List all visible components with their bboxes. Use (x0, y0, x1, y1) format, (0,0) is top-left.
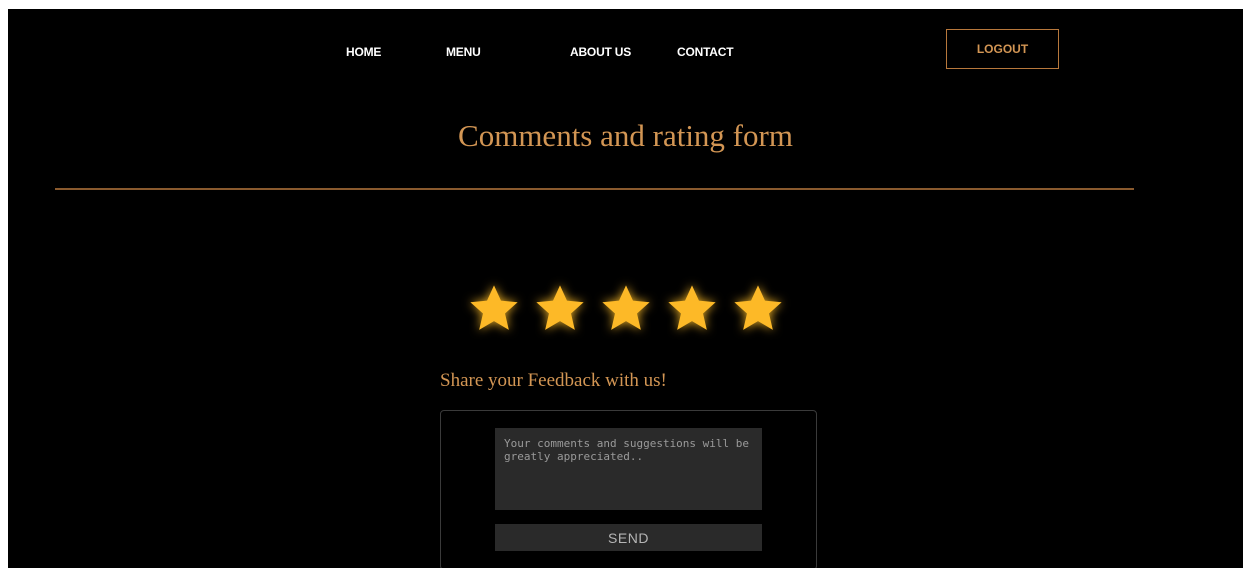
nav-menu-link[interactable]: MENU (446, 45, 481, 59)
nav-contact-link[interactable]: CONTACT (677, 45, 734, 59)
title-divider (55, 188, 1134, 190)
star-icon[interactable] (599, 279, 653, 339)
feedback-heading: Share your Feedback with us! (440, 370, 667, 391)
star-icon[interactable] (731, 279, 785, 339)
nav-home-link[interactable]: HOME (346, 45, 381, 59)
star-icon[interactable] (665, 279, 719, 339)
logout-button[interactable]: LOGOUT (946, 29, 1059, 69)
page-title: Comments and rating form (458, 118, 793, 153)
page-frame: HOME MENU ABOUT US CONTACT LOGOUT Commen… (8, 9, 1243, 568)
send-button[interactable]: SEND (495, 524, 762, 551)
comment-textarea[interactable] (495, 428, 762, 510)
feedback-form: SEND (440, 410, 817, 568)
nav-about-link[interactable]: ABOUT US (570, 45, 631, 59)
star-icon[interactable] (467, 279, 521, 339)
star-rating[interactable] (467, 279, 797, 339)
logout-label: LOGOUT (976, 42, 1029, 56)
star-icon[interactable] (533, 279, 587, 339)
